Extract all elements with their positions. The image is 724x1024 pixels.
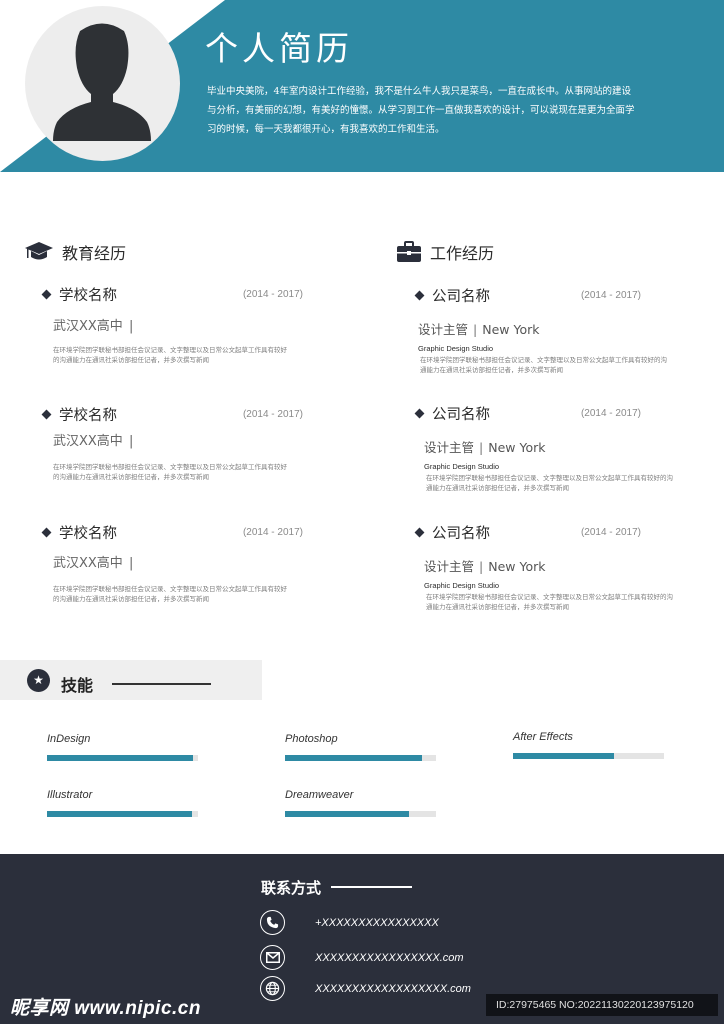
work-description: 在环境学院团学联秘书部担任会议记录、文字整理以及日常公文起草工作具有较好的沟通能… [426, 474, 673, 492]
work-description: 在环境学院团学联秘书部担任会议记录、文字整理以及日常公文起草工作具有较好的沟通能… [420, 356, 667, 374]
skill-bar-track [47, 755, 198, 761]
contact-email-row: XXXXXXXXXXXXXXXXX.com [260, 945, 464, 970]
work-dates: (2014 - 2017) [580, 526, 641, 538]
contact-title: 联系方式 [261, 879, 322, 897]
work-description: 在环境学院团学联秘书部担任会议记录、文字整理以及日常公文起草工作具有较好的沟通能… [426, 593, 673, 611]
mail-icon [260, 945, 285, 970]
bullet-diamond-icon [41, 409, 52, 419]
school-title: 武汉XX高中 [53, 434, 123, 449]
work-entry: 公司名称 (2014 - 2017) 设计主管 | New York Graphic… [414, 522, 676, 612]
work-dates: (2014 - 2017) [580, 289, 641, 301]
job-title: 设计主管 [424, 440, 475, 455]
watermark-site: 昵享网 www.nipic.cn [10, 998, 201, 1019]
work-heading: 工作经历 [396, 240, 494, 264]
company-name: 公司名称 [432, 406, 490, 423]
school-name: 学校名称 [59, 525, 117, 542]
graduation-cap-icon [25, 242, 53, 260]
skill-bar-fill [285, 755, 423, 761]
globe-icon [260, 976, 285, 1001]
studio-name: Graphic Design Studio [424, 462, 500, 471]
contact-email[interactable]: XXXXXXXXXXXXXXXXX.com [315, 952, 464, 964]
school-name: 学校名称 [59, 287, 117, 304]
skill-bar-track [285, 755, 436, 761]
work-dates: (2014 - 2017) [580, 407, 641, 419]
contact-phone: +XXXXXXXXXXXXXXXX [315, 916, 439, 929]
work-entry: 公司名称 (2014 - 2017) 设计主管 | New York Graphic… [414, 403, 676, 493]
skill-item: Illustrator [47, 789, 199, 817]
job-city: New York [488, 559, 546, 574]
skill-item: Dreamweaver [285, 789, 437, 817]
education-description: 在环境学院团学联秘书部担任会议记录、文字整理以及日常公文起草工作具有较好的沟通能… [53, 346, 287, 364]
skill-name: InDesign [47, 733, 91, 745]
education-heading: 教育经历 [24, 240, 126, 264]
education-dates: (2014 - 2017) [242, 526, 303, 538]
skill-bar-fill [47, 811, 192, 817]
job-city: New York [488, 440, 546, 455]
education-dates: (2014 - 2017) [242, 288, 303, 300]
header-banner: 个人简历 毕业中央美院，4年室内设计工作经验，我不是什么牛人我只是菜鸟，一直在成… [0, 0, 724, 172]
company-name: 公司名称 [432, 525, 490, 542]
skill-item: After Effects [513, 731, 665, 759]
education-entry: 学校名称 (2014 - 2017) 武汉XX高中 | 在环境学院团学联秘书部担… [41, 404, 303, 482]
contact-web-row: XXXXXXXXXXXXXXXXXX.com [260, 976, 471, 1001]
studio-name: Graphic Design Studio [418, 344, 494, 353]
job-title: 设计主管 [418, 322, 469, 337]
skill-bar-fill [285, 811, 409, 817]
page-title: 个人简历 [205, 29, 353, 68]
briefcase-icon [397, 241, 421, 262]
school-title: 武汉XX高中 [53, 556, 123, 571]
work-entry: 公司名称 (2014 - 2017) 设计主管 | New York Graphic… [414, 285, 676, 375]
education-entry: 学校名称 (2014 - 2017) 武汉XX高中 | 在环境学院团学联秘书部担… [41, 522, 303, 604]
skill-bar-track [513, 753, 664, 759]
skill-name: Dreamweaver [285, 789, 354, 801]
skill-bar-track [285, 811, 436, 817]
phone-icon [260, 910, 285, 935]
skill-bar-fill [513, 753, 615, 759]
education-entry: 学校名称 (2014 - 2017) 武汉XX高中 | 在环境学院团学联秘书部担… [41, 284, 303, 365]
bullet-diamond-icon [414, 290, 425, 300]
contact-phone-row: +XXXXXXXXXXXXXXXX [260, 910, 439, 935]
bullet-diamond-icon [414, 527, 425, 537]
bullet-diamond-icon [414, 408, 425, 418]
skill-item: InDesign [47, 733, 199, 761]
star-icon: ★ [27, 669, 50, 692]
job-title: 设计主管 [424, 559, 475, 574]
contact-website[interactable]: XXXXXXXXXXXXXXXXXX.com [315, 983, 471, 995]
avatar [25, 6, 180, 161]
work-title: 工作经历 [430, 244, 495, 263]
company-name: 公司名称 [432, 288, 490, 305]
education-description: 在环境学院团学联秘书部担任会议记录、文字整理以及日常公文起草工作具有较好的沟通能… [53, 463, 287, 481]
watermark-id: ID:27975465 NO:20221130220123975120 [486, 994, 718, 1016]
skill-name: Illustrator [47, 789, 93, 801]
school-name: 学校名称 [59, 407, 117, 424]
skill-bar-track [47, 811, 198, 817]
education-description: 在环境学院团学联秘书部担任会议记录、文字整理以及日常公文起草工作具有较好的沟通能… [53, 585, 287, 603]
education-dates: (2014 - 2017) [242, 408, 303, 420]
divider [112, 683, 211, 685]
skill-bar-fill [47, 755, 194, 761]
skill-name: After Effects [513, 731, 573, 743]
skill-name: Photoshop [285, 733, 338, 745]
job-city: New York [482, 322, 540, 337]
skills-title: 技能 [61, 676, 94, 695]
school-title: 武汉XX高中 [53, 319, 123, 334]
bullet-diamond-icon [41, 289, 52, 299]
intro-paragraph: 毕业中央美院，4年室内设计工作经验，我不是什么牛人我只是菜鸟，一直在成长中。从事… [207, 86, 635, 135]
divider [331, 886, 412, 888]
user-silhouette-icon [53, 23, 151, 141]
skill-item: Photoshop [285, 733, 437, 761]
studio-name: Graphic Design Studio [424, 581, 500, 590]
bullet-diamond-icon [41, 527, 52, 537]
education-title: 教育经历 [62, 244, 127, 263]
